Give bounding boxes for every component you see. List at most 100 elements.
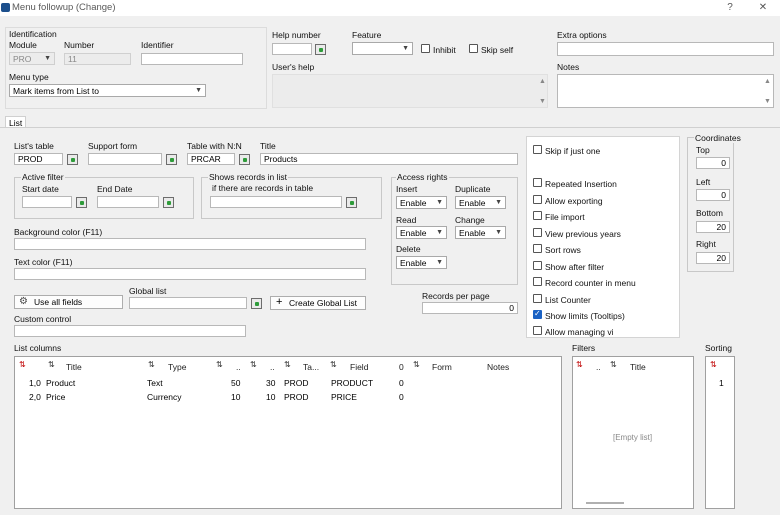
identifier-label: Identifier	[141, 40, 174, 50]
end-date-field[interactable]	[97, 196, 159, 208]
shows-records-label: Shows records in list	[208, 172, 288, 182]
bottom-field[interactable]: 20	[696, 221, 730, 233]
col-header-dot-a[interactable]: ..	[236, 362, 241, 372]
view-previous-years-label: View previous years	[545, 229, 621, 239]
menu-type-select[interactable]: Mark items from List to ▼	[9, 84, 206, 97]
show-limits-checkbox[interactable]	[533, 309, 542, 319]
sort-rows-checkbox[interactable]	[533, 244, 542, 253]
file-import-checkbox[interactable]	[533, 211, 542, 220]
module-select[interactable]: PRO ▼	[9, 52, 55, 65]
col-header-zero[interactable]: 0	[399, 362, 404, 372]
allow-managing-checkbox[interactable]	[533, 326, 542, 335]
support-form-field[interactable]	[88, 153, 162, 165]
notes-field[interactable]	[557, 74, 774, 108]
sort-icon[interactable]: ⇅	[250, 360, 257, 369]
help-number-field[interactable]	[272, 43, 312, 55]
col-header-type[interactable]: Type	[168, 362, 186, 372]
change-label: Change	[455, 215, 485, 225]
show-after-filter-checkbox[interactable]	[533, 261, 542, 270]
cell-table: PROD	[284, 392, 309, 402]
sort-icon[interactable]: ⇅	[216, 360, 223, 369]
sorting-label: Sorting	[705, 343, 732, 353]
sort-icon[interactable]: ⇅	[48, 360, 55, 369]
global-list-field[interactable]	[129, 297, 247, 309]
repeated-insertion-checkbox[interactable]	[533, 178, 542, 187]
shows-records-field[interactable]	[210, 196, 342, 208]
identifier-field[interactable]	[141, 53, 243, 65]
sort-icon[interactable]: ⇅	[284, 360, 291, 369]
top-field[interactable]: 0	[696, 157, 730, 169]
feature-select[interactable]: ▼	[352, 42, 413, 55]
sort-icon[interactable]: ⇅	[148, 360, 155, 369]
read-select[interactable]: Enable ▼	[396, 226, 447, 239]
list-counter-checkbox[interactable]	[533, 294, 542, 303]
title-field[interactable]: Products	[260, 153, 518, 165]
cell-table: PROD	[284, 378, 309, 388]
sort-icon[interactable]: ⇅	[19, 360, 26, 369]
read-label: Read	[396, 215, 417, 225]
access-rights-label: Access rights	[396, 172, 449, 182]
feature-label: Feature	[352, 30, 382, 40]
col-header-dot-b[interactable]: ..	[270, 362, 275, 372]
change-select[interactable]: Enable ▼	[455, 226, 506, 239]
filters-col-dot[interactable]: ..	[596, 362, 601, 372]
sort-icon[interactable]: ⇅	[710, 360, 717, 369]
create-global-list-button[interactable]: + Create Global List	[270, 296, 366, 310]
filters-scrollbar[interactable]	[586, 502, 624, 504]
col-header-field[interactable]: Field	[350, 362, 368, 372]
insert-select[interactable]: Enable ▼	[396, 196, 447, 209]
identification-label: Identification	[9, 29, 57, 39]
filters-col-title[interactable]: Title	[630, 362, 646, 372]
notes-scroll-down-icon[interactable]: ▼	[764, 98, 771, 105]
cell-title: Product	[46, 378, 76, 388]
duplicate-select[interactable]: Enable ▼	[455, 196, 506, 209]
bg-color-field[interactable]	[14, 238, 366, 250]
table-nn-field[interactable]: PRCAR	[187, 153, 235, 165]
sort-icon[interactable]: ⇅	[576, 360, 583, 369]
show-limits-label: Show limits (Tooltips)	[545, 311, 625, 321]
sort-icon[interactable]: ⇅	[330, 360, 337, 369]
cell-num: 1,0	[29, 378, 41, 388]
col-header-title[interactable]: Title	[66, 362, 82, 372]
skip-self-checkbox[interactable]	[469, 44, 478, 53]
record-counter-in-menu-checkbox[interactable]	[533, 277, 542, 286]
users-help-scroll-down-icon[interactable]: ▼	[539, 98, 546, 105]
users-help-field[interactable]	[272, 74, 548, 108]
start-date-picker-icon[interactable]	[76, 197, 87, 208]
help-button[interactable]: ?	[715, 0, 745, 16]
table-nn-picker-icon[interactable]	[239, 154, 250, 165]
use-all-fields-label: Use all fields	[34, 297, 83, 307]
right-field[interactable]: 20	[696, 252, 730, 264]
left-label: Left	[696, 177, 711, 187]
notes-scroll-up-icon[interactable]: ▲	[764, 78, 771, 85]
use-all-fields-button[interactable]: ⚙ Use all fields	[14, 295, 123, 309]
users-help-scroll-up-icon[interactable]: ▲	[539, 78, 546, 85]
view-previous-years-checkbox[interactable]	[533, 228, 542, 237]
cell-zero: 0	[399, 392, 404, 402]
delete-select[interactable]: Enable ▼	[396, 256, 447, 269]
start-date-field[interactable]	[22, 196, 72, 208]
shows-records-picker-icon[interactable]	[346, 197, 357, 208]
global-list-picker-icon[interactable]	[251, 298, 262, 309]
text-color-field[interactable]	[14, 268, 366, 280]
col-header-notes[interactable]: Notes	[487, 362, 509, 372]
close-button[interactable]: ✕	[748, 0, 778, 16]
extra-options-field[interactable]	[557, 42, 774, 56]
custom-control-field[interactable]	[14, 325, 246, 337]
skip-if-just-one-checkbox[interactable]	[533, 145, 542, 154]
help-number-picker-icon[interactable]	[315, 44, 326, 55]
inhibit-checkbox[interactable]	[421, 44, 430, 53]
col-header-form[interactable]: Form	[432, 362, 452, 372]
lists-table-field[interactable]: PROD	[14, 153, 63, 165]
col-header-table[interactable]: Ta...	[303, 362, 319, 372]
end-date-picker-icon[interactable]	[163, 197, 174, 208]
lists-table-picker-icon[interactable]	[67, 154, 78, 165]
inhibit-label: Inhibit	[433, 45, 456, 55]
sort-icon[interactable]: ⇅	[413, 360, 420, 369]
allow-exporting-checkbox[interactable]	[533, 195, 542, 204]
records-per-page-field[interactable]: 0	[422, 302, 518, 314]
sort-icon[interactable]: ⇅	[610, 360, 617, 369]
left-field[interactable]: 0	[696, 189, 730, 201]
support-form-picker-icon[interactable]	[166, 154, 177, 165]
skip-if-just-one-label: Skip if just one	[545, 146, 601, 156]
